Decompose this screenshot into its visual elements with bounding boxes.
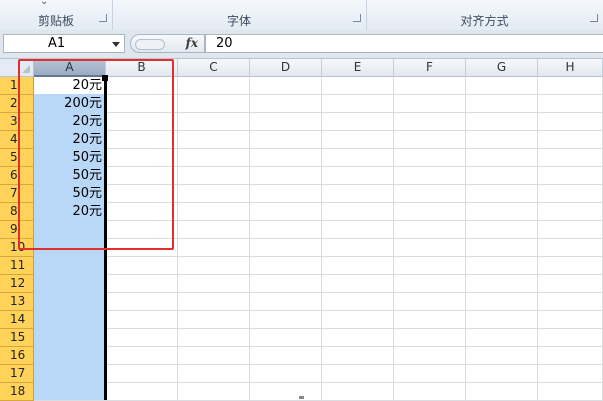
formula-input[interactable]: 20: [205, 34, 603, 53]
insert-function-icon[interactable]: fx: [186, 36, 198, 50]
formula-bar: A1 fx 20: [0, 30, 603, 59]
row-header-17[interactable]: 17: [0, 365, 34, 383]
row-header-11[interactable]: 11: [0, 257, 34, 275]
name-box-value: A1: [48, 36, 66, 51]
scroll-indicator: [299, 396, 304, 399]
highlight-annotation-box: [18, 59, 174, 250]
row-header-16[interactable]: 16: [0, 347, 34, 365]
column-header-e[interactable]: E: [322, 59, 394, 77]
formula-value: 20: [216, 36, 233, 51]
gridline-horizontal: [34, 346, 603, 347]
dialog-launcher-icon[interactable]: [353, 14, 361, 22]
column-header-c[interactable]: C: [178, 59, 250, 77]
chevron-down-icon[interactable]: [112, 42, 120, 47]
row-header-15[interactable]: 15: [0, 329, 34, 347]
ribbon: ⌄ 剪贴板 字体 对齐方式: [0, 0, 603, 31]
ribbon-group-label: 剪贴板: [37, 14, 74, 28]
ribbon-group-label: 字体: [226, 14, 251, 28]
row-header-18[interactable]: 18: [0, 383, 34, 401]
row-header-13[interactable]: 13: [0, 293, 34, 311]
name-box[interactable]: A1: [3, 34, 125, 53]
column-header-f[interactable]: F: [394, 59, 466, 77]
ribbon-group-clipboard: 剪贴板: [0, 0, 113, 30]
dialog-launcher-icon[interactable]: [99, 14, 107, 22]
ribbon-group-font: 字体: [112, 0, 367, 30]
gridline-horizontal: [34, 256, 603, 257]
column-header-g[interactable]: G: [466, 59, 538, 77]
gridline-horizontal: [34, 364, 603, 365]
ribbon-group-alignment: 对齐方式: [366, 0, 603, 30]
gridline-horizontal: [34, 310, 603, 311]
gridline-horizontal: [34, 382, 603, 383]
gridline-horizontal: [34, 328, 603, 329]
row-header-12[interactable]: 12: [0, 275, 34, 293]
column-header-d[interactable]: D: [250, 59, 322, 77]
formula-bar-resize-handle[interactable]: [135, 39, 165, 50]
gridline-horizontal: [34, 292, 603, 293]
gridline-horizontal: [34, 274, 603, 275]
column-header-h[interactable]: H: [538, 59, 603, 77]
row-header-14[interactable]: 14: [0, 311, 34, 329]
ribbon-group-label: 对齐方式: [460, 14, 509, 28]
formula-controls: fx: [130, 34, 205, 53]
dialog-launcher-icon[interactable]: [590, 14, 598, 22]
